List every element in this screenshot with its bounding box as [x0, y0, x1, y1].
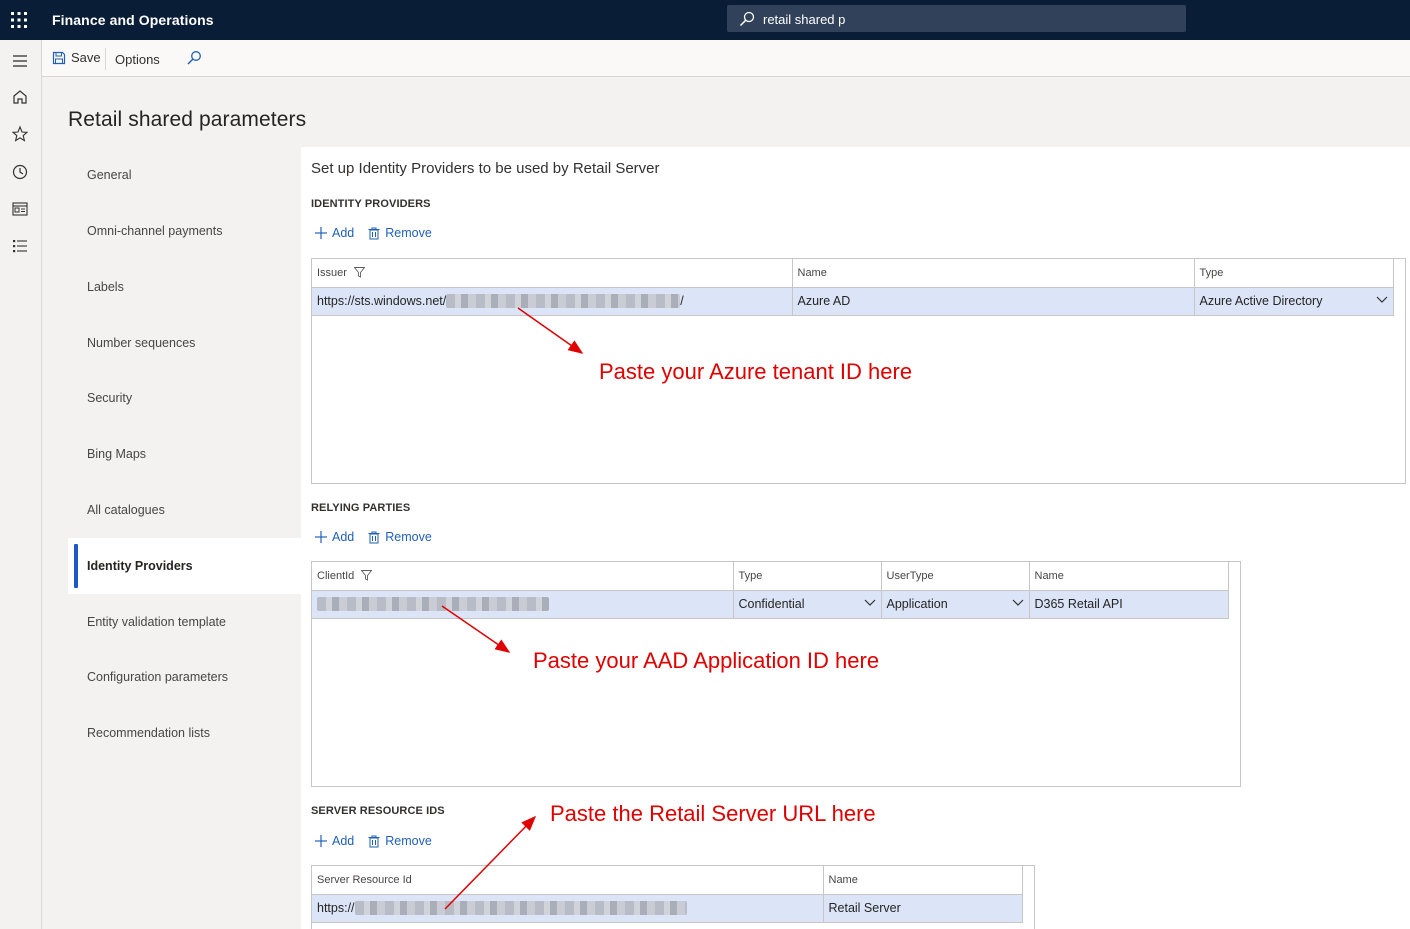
- relying-parties-add-button[interactable]: Add: [315, 530, 354, 544]
- home-icon[interactable]: [11, 88, 29, 106]
- tenant-id-annotation: Paste your Azure tenant ID here: [599, 359, 913, 384]
- table-row[interactable]: https://sts.windows.net// Azure AD Azure…: [312, 287, 1394, 316]
- column-header-usertype[interactable]: UserType: [881, 562, 1030, 591]
- search-icon: [739, 11, 755, 27]
- server-resource-ids-grid: Server Resource Id Name https:// Retail …: [311, 865, 1035, 929]
- name-cell[interactable]: Retail Server: [823, 894, 1023, 923]
- search-input[interactable]: [763, 9, 1163, 29]
- favorites-star-icon[interactable]: [11, 125, 29, 143]
- tab-number-sequences[interactable]: Number sequences: [68, 315, 301, 371]
- plus-icon: [315, 835, 327, 847]
- name-cell[interactable]: D365 Retail API: [1029, 590, 1229, 619]
- tab-labels[interactable]: Labels: [68, 259, 301, 315]
- clientid-cell[interactable]: [312, 590, 734, 619]
- tab-recommendation-lists[interactable]: Recommendation lists: [68, 705, 301, 761]
- server-resource-ids-toolbar: Add Remove: [315, 834, 432, 848]
- redacted-tenant-id: [446, 294, 681, 309]
- column-header-type[interactable]: Type: [1194, 259, 1394, 288]
- name-cell[interactable]: Azure AD: [792, 287, 1195, 316]
- chevron-down-icon[interactable]: [1376, 296, 1388, 304]
- server-url-annotation: Paste the Retail Server URL here: [550, 801, 876, 826]
- column-header-name[interactable]: Name: [1029, 562, 1229, 591]
- toolbar-divider: [105, 48, 106, 70]
- workspaces-icon[interactable]: [11, 200, 29, 218]
- filter-funnel-icon[interactable]: [354, 267, 366, 279]
- redacted-server-url: [354, 901, 687, 916]
- relying-parties-title: RELYING PARTIES: [311, 502, 411, 514]
- trash-icon: [368, 835, 380, 847]
- column-header-name[interactable]: Name: [823, 866, 1023, 895]
- relying-parties-grid: ClientId Type UserType Name Confidential…: [311, 561, 1241, 787]
- identity-providers-title: IDENTITY PROVIDERS: [311, 198, 431, 210]
- navigation-rail: [0, 40, 42, 929]
- redacted-client-id: [317, 597, 549, 612]
- tab-identity-providers[interactable]: Identity Providers: [68, 538, 303, 594]
- app-launcher-icon[interactable]: [10, 11, 28, 29]
- relying-parties-remove-button[interactable]: Remove: [368, 530, 432, 544]
- modules-list-icon[interactable]: [11, 237, 29, 255]
- server-resource-ids-title: SERVER RESOURCE IDS: [311, 805, 445, 817]
- filter-funnel-icon[interactable]: [361, 570, 373, 582]
- column-header-clientid[interactable]: ClientId: [312, 562, 734, 591]
- identity-providers-remove-button[interactable]: Remove: [368, 226, 432, 240]
- global-search[interactable]: [727, 5, 1186, 32]
- tab-general[interactable]: General: [68, 147, 301, 203]
- add-label: Add: [332, 834, 355, 848]
- identity-providers-toolbar: Add Remove: [315, 226, 432, 240]
- relying-parties-toolbar: Add Remove: [315, 530, 432, 544]
- column-header-issuer[interactable]: Issuer: [312, 259, 793, 288]
- tab-all-catalogues[interactable]: All catalogues: [68, 482, 301, 538]
- issuer-cell[interactable]: https://sts.windows.net//: [312, 287, 793, 316]
- chevron-down-icon[interactable]: [1012, 599, 1024, 607]
- action-pane: Save Options: [42, 40, 1410, 77]
- app-title[interactable]: Finance and Operations: [52, 12, 214, 28]
- save-icon: [52, 51, 66, 64]
- server-resource-id-cell[interactable]: https://: [312, 894, 824, 923]
- type-dropdown[interactable]: Confidential: [733, 590, 882, 619]
- plus-icon: [315, 531, 327, 543]
- add-label: Add: [332, 530, 355, 544]
- column-header-type[interactable]: Type: [733, 562, 882, 591]
- chevron-down-icon[interactable]: [864, 599, 876, 607]
- usertype-dropdown[interactable]: Application: [881, 590, 1030, 619]
- add-label: Add: [332, 226, 355, 240]
- server-resource-ids-remove-button[interactable]: Remove: [368, 834, 432, 848]
- options-menu[interactable]: Options: [115, 52, 160, 67]
- tab-configuration-parameters[interactable]: Configuration parameters: [68, 649, 301, 705]
- tab-security[interactable]: Security: [68, 370, 301, 426]
- remove-label: Remove: [385, 226, 432, 240]
- find-search-icon[interactable]: [186, 50, 202, 66]
- tab-entity-validation-template[interactable]: Entity validation template: [68, 594, 301, 650]
- column-header-name[interactable]: Name: [792, 259, 1195, 288]
- tab-omni-channel-payments[interactable]: Omni-channel payments: [68, 203, 301, 259]
- page-title: Retail shared parameters: [68, 108, 307, 131]
- plus-icon: [315, 227, 327, 239]
- identity-providers-add-button[interactable]: Add: [315, 226, 354, 240]
- recent-clock-icon[interactable]: [11, 163, 29, 181]
- table-row[interactable]: https:// Retail Server: [312, 894, 1023, 923]
- column-header-server-resource-id[interactable]: Server Resource Id: [312, 866, 824, 895]
- hamburger-menu-icon[interactable]: [11, 52, 29, 70]
- table-row[interactable]: Confidential Application D365 Retail API: [312, 590, 1229, 619]
- save-button[interactable]: Save: [52, 50, 101, 65]
- tab-bing-maps[interactable]: Bing Maps: [68, 426, 301, 482]
- vertical-tabs: General Omni-channel payments Labels Num…: [68, 147, 303, 929]
- remove-label: Remove: [385, 834, 432, 848]
- type-dropdown[interactable]: Azure Active Directory: [1194, 287, 1394, 316]
- server-resource-ids-add-button[interactable]: Add: [315, 834, 354, 848]
- remove-label: Remove: [385, 530, 432, 544]
- trash-icon: [368, 531, 380, 543]
- save-label: Save: [71, 50, 101, 65]
- application-id-annotation: Paste your AAD Application ID here: [533, 648, 880, 673]
- trash-icon: [368, 227, 380, 239]
- section-heading: Set up Identity Providers to be used by …: [311, 160, 660, 177]
- top-bar: Finance and Operations: [0, 0, 1410, 40]
